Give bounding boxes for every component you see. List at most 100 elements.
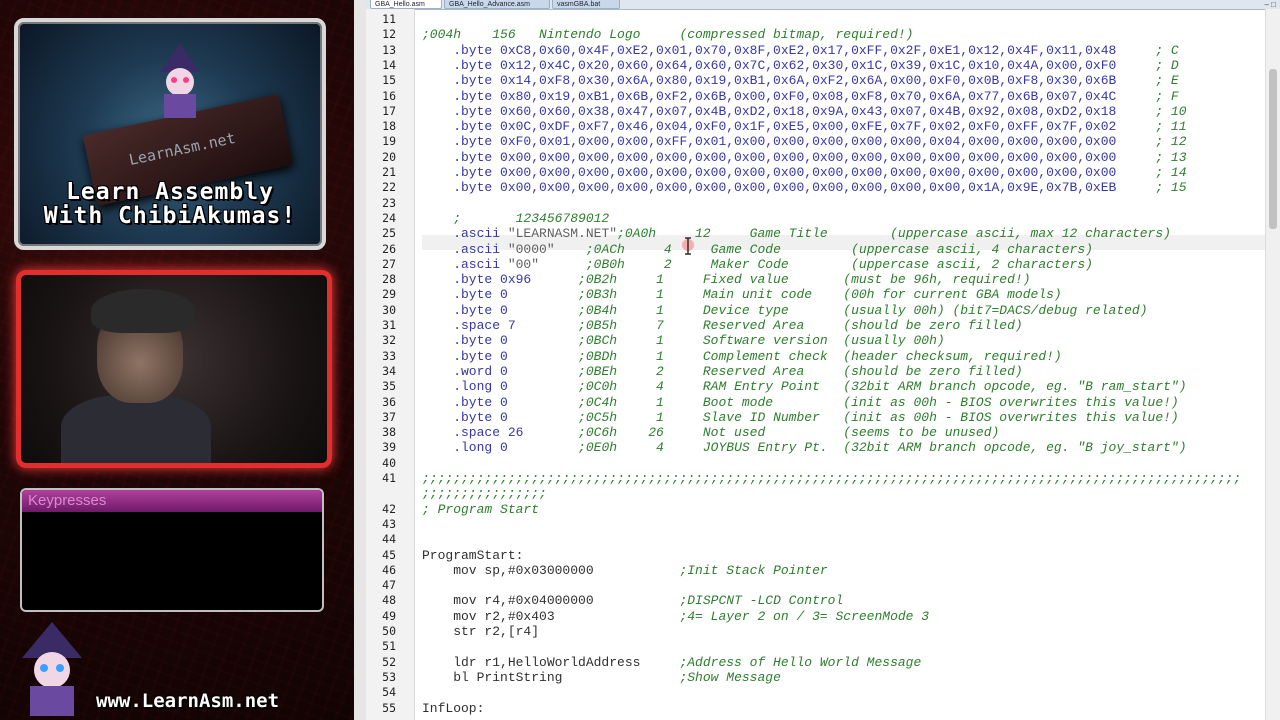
code-token: mov r4,#0x04000000 (422, 593, 594, 609)
webcam-person-hair (91, 289, 195, 333)
code-token: str r2,[r4] (422, 624, 540, 639)
line-number: 50 (382, 624, 396, 638)
line-number: 36 (382, 394, 396, 409)
line-number: 42 (382, 501, 396, 516)
vertical-scrollbar[interactable] (1265, 9, 1280, 720)
tab-label: GBA_Hello_Advance.asm (449, 1, 530, 8)
line-number: 28 (382, 272, 396, 287)
code-line[interactable]: .ascii "0000" ;0ACh 4 Game Code (upperca… (422, 242, 1093, 257)
code-line[interactable]: mov r2,#0x403 ;4= Layer 2 on / 3= Screen… (422, 609, 929, 624)
code-line[interactable]: ldr r1,HelloWorldAddress ;Address of Hel… (422, 655, 921, 670)
line-number: 13 (382, 42, 396, 57)
line-number: 17 (382, 103, 396, 118)
code-token: ;0C0h 4 RAM Entry Point (32bit ARM branc… (507, 379, 1187, 395)
code-line[interactable]: ;;;;;;;;;;;;;;;; (422, 486, 547, 501)
code-line[interactable]: ;;;;;;;;;;;;;;;;;;;;;;;;;;;;;;;;;;;;;;;;… (422, 471, 1241, 486)
code-token: .byte 0x00,0x00,0x00,0x00,0x00,0x00,0x00… (422, 165, 1117, 180)
code-line[interactable]: .byte 0x60,0x60,0x38,0x47,0x07,0x4B,0xD2… (422, 104, 1186, 119)
code-line[interactable]: .long 0 ;0C0h 4 RAM Entry Point (32bit A… (422, 379, 1187, 395)
tab-label: vasmGBA.bat (557, 1, 601, 8)
code-line[interactable]: .word 0 ;0BEh 2 Reserved Area (should be… (422, 364, 1023, 379)
code-line[interactable]: .ascii "00" ;0B0h 2 Maker Code (uppercas… (422, 257, 1093, 272)
code-token: ; 123456789012 (422, 210, 610, 226)
code-line[interactable]: .long 0 ;0E0h 4 JOYBUS Entry Pt. (32bit … (422, 440, 1186, 455)
code-line[interactable]: .byte 0x12,0x4C,0x20,0x60,0x64,0x60,0x7C… (422, 58, 1179, 73)
tagline-line-1: Learn Assembly (66, 179, 274, 205)
code-line[interactable]: .byte 0xC8,0x60,0x4F,0xE2,0x01,0x70,0x8F… (422, 43, 1179, 58)
code-token: ; E (1116, 73, 1179, 89)
code-line[interactable]: .byte 0 ;0BDh 1 Complement check (header… (422, 349, 1062, 364)
line-number: 27 (382, 256, 396, 271)
line-number: 24 (382, 210, 396, 225)
code-token: ;0B4h 1 Device type (usually 00h) (bit7=… (507, 302, 1148, 318)
code-token: ;0BDh 1 Complement check (header checksu… (507, 348, 1062, 364)
code-line[interactable]: mov sp,#0x03000000 ;Init Stack Pointer (422, 562, 828, 578)
code-line[interactable]: .byte 0x96 ;0B2h 1 Fixed value (must be … (422, 272, 1030, 287)
code-line[interactable]: .byte 0x80,0x19,0xB1,0x6B,0xF2,0x6B,0x00… (422, 89, 1179, 104)
scrollbar-thumb[interactable] (1269, 69, 1277, 229)
code-token: ;Address of Hello World Message (640, 654, 922, 670)
line-number: 40 (382, 455, 396, 470)
code-line[interactable]: mov r4,#0x04000000 ;DISPCNT -LCD Control (422, 593, 843, 608)
code-token: ;4= Layer 2 on / 3= ScreenMode 3 (554, 608, 930, 624)
website-banner: www.LearnAsm.net (96, 690, 280, 712)
code-line[interactable]: InfLoop: (422, 701, 484, 716)
code-token: ;0C6h 26 Not used (seems to be unused) (523, 425, 1000, 441)
code-token: ;0BEh 2 Reserved Area (should be zero fi… (507, 363, 1023, 379)
code-line[interactable]: .byte 0 ;0BCh 1 Software version (usuall… (422, 333, 945, 348)
code-line[interactable]: .byte 0xF0,0x01,0x00,0x00,0xFF,0x01,0x00… (422, 134, 1187, 150)
code-token: .byte 0 (422, 409, 508, 425)
code-token: ; 11 (1116, 119, 1187, 135)
code-token: .byte 0x00,0x00,0x00,0x00,0x00,0x00,0x00… (422, 180, 1117, 196)
code-token: .byte 0x12,0x4C,0x20,0x60,0x64,0x60,0x7C… (422, 57, 1117, 73)
code-line[interactable]: .byte 0 ;0C5h 1 Slave ID Number (init as… (422, 410, 1179, 425)
code-line[interactable]: str r2,[r4] (422, 624, 539, 639)
code-line[interactable]: .byte 0 ;0B3h 1 Main unit code (00h for … (422, 287, 1062, 302)
code-area[interactable]: 11 12 ;004h 156 Nintendo Logo (compressed … (366, 9, 1266, 720)
code-token: .space 7 (422, 318, 516, 333)
code-line[interactable]: .space 7 ;0B5h 7 Reserved Area (should b… (422, 318, 1023, 333)
line-number (366, 486, 414, 501)
line-number: 20 (382, 149, 396, 164)
code-token: ;;;;;;;;;;;;;;;; (422, 486, 547, 502)
code-line[interactable]: .space 26 ;0C6h 26 Not used (seems to be… (422, 425, 999, 440)
code-line[interactable]: .byte 0 ;0B4h 1 Device type (usually 00h… (422, 302, 1148, 318)
code-token: .word 0 (422, 363, 508, 379)
code-line[interactable]: ; 123456789012 (422, 211, 609, 226)
code-token: ldr r1,HelloWorldAddress (422, 654, 641, 670)
code-token: mov sp,#0x03000000 (422, 562, 594, 578)
code-line[interactable]: .byte 0x00,0x00,0x00,0x00,0x00,0x00,0x00… (422, 165, 1186, 180)
code-line[interactable]: ; Program Start (422, 502, 539, 517)
line-number: 34 (382, 363, 396, 378)
code-line[interactable]: bl PrintString ;Show Message (422, 670, 781, 685)
code-line[interactable]: .ascii "LEARNASM.NET";0A0h 12 Game Title… (422, 226, 1171, 241)
window-controls[interactable]: – □ (1264, 0, 1276, 9)
line-number: 52 (382, 654, 396, 669)
code-token: .byte 0xF0,0x01,0x00,0x00,0xFF,0x01,0x00… (422, 134, 1117, 150)
webcam-frame (16, 270, 332, 468)
tab-vasm-gba-bat[interactable]: vasmGBA.bat (552, 0, 620, 9)
line-number: 49 (382, 608, 396, 623)
code-token: .byte 0 (422, 287, 508, 303)
code-token: ;;;;;;;;;;;;;;;;;;;;;;;;;;;;;;;;;;;;;;;;… (422, 471, 1242, 486)
code-token: ; 12 (1116, 134, 1187, 150)
code-line[interactable]: .byte 0x14,0xF8,0x30,0x6A,0x80,0x19,0xB1… (422, 73, 1179, 88)
line-number: 51 (382, 639, 396, 654)
code-line[interactable]: .byte 0x00,0x00,0x00,0x00,0x00,0x00,0x00… (422, 150, 1186, 165)
code-line[interactable]: ProgramStart: (422, 548, 523, 563)
code-line[interactable]: .byte 0x0C,0xDF,0xF7,0x46,0x04,0xF0,0x1F… (422, 119, 1187, 135)
code-token: .byte 0 (422, 348, 508, 364)
code-line[interactable]: .byte 0x00,0x00,0x00,0x00,0x00,0x00,0x00… (422, 180, 1186, 196)
tab-gba-hello-advance[interactable]: GBA_Hello_Advance.asm (444, 0, 550, 9)
code-line[interactable]: .byte 0 ;0C4h 1 Boot mode (init as 00h -… (422, 395, 1179, 410)
tagline: Learn Assembly With ChibiAkumas! (18, 180, 322, 228)
code-token: ;Init Stack Pointer (593, 562, 828, 578)
code-token: ;0C5h 1 Slave ID Number (init as 00h - B… (507, 409, 1179, 425)
tab-gba-hello[interactable]: GBA_Hello.asm (370, 0, 442, 9)
stream-overlay-panel: LearnAsm.net Learn Assembly With ChibiAk… (0, 0, 354, 720)
code-line[interactable]: ;004h 156 Nintendo Logo (compressed bitm… (422, 27, 913, 42)
code-editor-window: GBA_Hello.asm GBA_Hello_Advance.asm vasm… (354, 0, 1280, 720)
code-token: ;0B0h 2 Maker Code (uppercase ascii, 2 c… (539, 256, 1093, 272)
tagline-line-2: With ChibiAkumas! (43, 203, 297, 229)
code-token: ;DISPCNT -LCD Control (593, 593, 844, 609)
